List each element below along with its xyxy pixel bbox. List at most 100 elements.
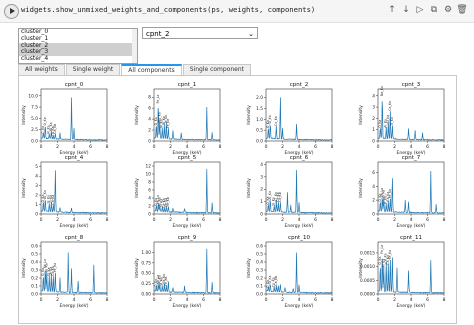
y-tick-label: 0.2	[31, 276, 38, 282]
x-tick-label: 4	[410, 217, 413, 223]
run-cell-button[interactable]	[4, 4, 19, 19]
spectrum-subplot: cpnt_0C_KaO_KaAl_KaSi_KaCa_KaCa_Kb0 2 4 6 80…	[21, 82, 109, 156]
y-tick-label: 0.6	[31, 244, 38, 250]
x-tick-label: 2	[169, 217, 172, 223]
x-tick-label: 4	[298, 144, 301, 150]
y-tick-label: 2	[260, 187, 263, 193]
x-tick-label: 8	[219, 217, 222, 223]
x-tick-label: 8	[106, 217, 109, 223]
component-dropdown-value: cpnt_2	[146, 30, 170, 38]
y-tick-label: 0.1	[256, 284, 263, 290]
subplot-title: cpnt_4	[65, 155, 84, 161]
x-tick-label: 6	[426, 217, 429, 223]
y-tick-label: 0.0	[256, 139, 263, 145]
x-tick-label: 2	[56, 297, 59, 303]
spectrum-subplot: cpnt_11O_KaFe_LaAl_KaSi_KaCa_KaFe_Ka0 2 4 6…	[358, 235, 446, 309]
x-axis-label: Energy (keV)	[173, 303, 202, 309]
y-tick-label: 6	[372, 170, 375, 176]
y-tick-label: 2	[35, 193, 38, 199]
spectrum-subplot: cpnt_10O_KaSi_Ka Ca_KaCa_Kb0 2 4 6 80.00.10.2…	[246, 235, 334, 309]
run-icon[interactable]: ▷	[414, 3, 426, 17]
y-tick-label: 0.2	[256, 276, 263, 282]
y-axis-label: Intensity	[358, 105, 364, 125]
x-axis-label: Energy (keV)	[60, 223, 89, 229]
component-dropdown[interactable]: cpnt_2 ⌄	[142, 27, 258, 39]
list-scrollbar[interactable]	[132, 29, 137, 63]
y-tick-label: 1.0	[256, 117, 263, 123]
y-tick-label: 0	[260, 212, 263, 218]
y-axis-label: Intensity	[21, 105, 27, 125]
y-tick-label: 4	[35, 174, 38, 180]
cluster-multiselect[interactable]: cluster_0 cluster_1 cluster_2 cluster_3 …	[18, 28, 138, 64]
y-tick-label: 0	[372, 212, 375, 218]
x-tick-label: 8	[443, 217, 446, 223]
code-text[interactable]: widgets.show_unmixed_weights_and_compone…	[21, 5, 315, 14]
subplot-title: cpnt_9	[178, 235, 197, 241]
x-tick-label: 6	[89, 297, 92, 303]
y-tick-label: 3	[35, 183, 38, 189]
y-tick-label: 6	[148, 188, 151, 194]
chevron-down-icon: ⌄	[248, 30, 254, 38]
code-cell[interactable]: widgets.show_unmixed_weights_and_compone…	[0, 0, 474, 23]
y-tick-label: 2.0	[256, 95, 263, 101]
x-tick-label: 4	[73, 217, 76, 223]
x-axis-label: Energy (keV)	[60, 303, 89, 309]
spectrum-subplot: cpnt_5O_KaFe_LaAl_KaSi_KaCa_KaFe_KaFe_Kb…	[134, 155, 222, 229]
x-tick-label: 0	[40, 297, 43, 303]
y-axis-label: Intensity	[134, 258, 140, 278]
x-axis-label: Energy (keV)	[285, 303, 314, 309]
y-tick-label: 0	[35, 212, 38, 218]
x-tick-label: 2	[393, 297, 396, 303]
copy-icon[interactable]: ⧉	[428, 3, 440, 17]
x-tick-label: 0	[40, 217, 43, 223]
y-axis-label: Intensity	[134, 105, 140, 125]
x-tick-label: 2	[393, 144, 396, 150]
x-tick-label: 4	[186, 217, 189, 223]
y-tick-label: 10.0	[28, 93, 38, 99]
cell-toolbar: ↑ ↓ ▷ ⧉ ⚙ 🗑	[386, 3, 468, 17]
spectrum-subplot: cpnt_1O_KaFe_LaMg_KaAl_KaSi_KaK_KaFe_Ka0…	[134, 82, 222, 156]
x-tick-label: 8	[443, 144, 446, 150]
x-tick-label: 2	[169, 297, 172, 303]
x-axis-label: Energy (keV)	[285, 223, 314, 229]
x-tick-label: 0	[153, 217, 156, 223]
y-tick-label: 0.0015	[360, 250, 375, 256]
subplot-title: cpnt_3	[402, 82, 421, 88]
y-tick-label: 1	[35, 202, 38, 208]
y-tick-label: 3	[372, 105, 375, 111]
y-axis-label: Intensity	[134, 178, 140, 198]
spectrum-subplot: cpnt_4O_KaAl_KaSi_KaS_KaCa_Ka0 2 4 6 8012345…	[21, 155, 109, 229]
y-tick-label: 2	[148, 204, 151, 210]
arrow-down-icon[interactable]: ↓	[400, 3, 412, 17]
x-tick-label: 0	[265, 297, 268, 303]
y-tick-label: 0	[148, 139, 151, 145]
y-tick-label: 4	[148, 117, 151, 123]
peak-label: Fe_Ka	[53, 263, 57, 272]
y-tick-label: 0.5	[31, 252, 38, 258]
subplot-title: cpnt_5	[178, 155, 197, 161]
y-tick-label: 1	[260, 199, 263, 205]
x-tick-label: 6	[314, 297, 317, 303]
y-tick-label: 0.6	[256, 244, 263, 250]
x-axis-label: Energy (keV)	[397, 223, 426, 229]
arrow-up-icon[interactable]: ↑	[386, 3, 398, 17]
x-tick-label: 2	[281, 217, 284, 223]
y-tick-label: 2.5	[31, 127, 38, 133]
gear-icon[interactable]: ⚙	[442, 3, 454, 17]
y-axis-label: Intensity	[358, 178, 364, 198]
y-tick-label: 0.4	[31, 260, 38, 266]
subplot-title: cpnt_6	[290, 155, 309, 161]
y-tick-label: 0.0	[256, 292, 263, 298]
x-tick-label: 8	[331, 217, 334, 223]
y-tick-label: 0	[148, 212, 151, 218]
peak-label: O_Ka	[378, 120, 382, 128]
cluster-option[interactable]: cluster_4	[19, 55, 137, 63]
y-tick-label: 1.00	[141, 250, 151, 256]
y-tick-label: 6	[148, 106, 151, 112]
x-tick-label: 0	[377, 144, 380, 150]
peak-label: Fe_Ka	[166, 119, 170, 128]
x-tick-label: 8	[219, 297, 222, 303]
delete-icon[interactable]: 🗑	[456, 3, 468, 17]
y-tick-label: 4	[372, 93, 375, 99]
subplot-title: cpnt_8	[65, 235, 84, 241]
